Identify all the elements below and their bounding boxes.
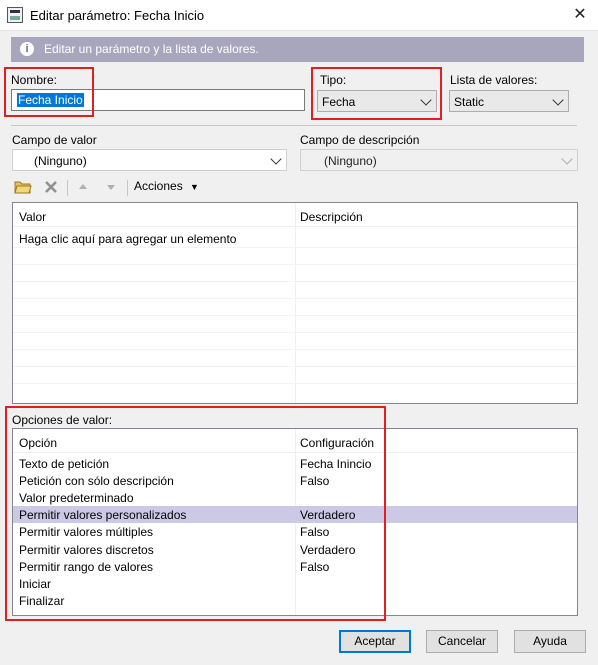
campo-valor-value: (Ninguno) <box>34 154 87 168</box>
campo-valor-label: Campo de valor <box>12 133 97 147</box>
add-item-placeholder-row[interactable]: Haga clic aquí para agregar un elemento <box>19 232 236 246</box>
toolbar-separator <box>67 180 68 196</box>
campo-descripcion-dropdown[interactable]: (Ninguno) <box>300 149 578 171</box>
ayuda-button[interactable]: Ayuda <box>514 630 586 653</box>
lista-valores-dropdown[interactable]: Static <box>449 90 569 112</box>
lista-valores-value: Static <box>454 95 485 109</box>
valor-column-header[interactable]: Valor <box>19 210 46 224</box>
campo-descripcion-label: Campo de descripción <box>300 133 420 147</box>
move-down-icon[interactable] <box>105 181 117 193</box>
close-button[interactable]: ✕ <box>566 3 594 27</box>
chevron-down-icon <box>552 94 564 106</box>
chevron-down-icon <box>561 153 573 165</box>
parameter-dialog-icon <box>7 7 23 23</box>
open-folder-icon[interactable] <box>14 178 32 195</box>
cancelar-button[interactable]: Cancelar <box>426 630 498 653</box>
acciones-menu-button[interactable]: Acciones ▼ <box>134 179 199 193</box>
info-bar: i Editar un parámetro y la lista de valo… <box>11 37 584 62</box>
info-icon: i <box>20 42 34 56</box>
move-up-icon[interactable] <box>77 181 89 193</box>
info-text: Editar un parámetro y la lista de valore… <box>44 42 259 56</box>
window-title: Editar parámetro: Fecha Inicio <box>30 8 205 23</box>
chevron-down-icon <box>270 153 282 165</box>
highlight-opciones <box>5 406 386 621</box>
campo-valor-dropdown[interactable]: (Ninguno) <box>12 149 287 171</box>
toolbar-separator <box>127 180 128 196</box>
dropdown-arrow-icon: ▼ <box>190 182 199 192</box>
separator <box>11 125 577 126</box>
descripcion-column-header[interactable]: Descripción <box>300 210 363 224</box>
delete-icon[interactable] <box>43 179 59 195</box>
acciones-label: Acciones <box>134 179 183 193</box>
aceptar-button[interactable]: Aceptar <box>339 630 411 653</box>
highlight-tipo <box>311 67 442 120</box>
values-grid[interactable]: Valor Descripción Haga clic aquí para ag… <box>12 202 578 404</box>
campo-descripcion-value: (Ninguno) <box>324 154 377 168</box>
title-bar: Editar parámetro: Fecha Inicio ✕ <box>0 0 598 31</box>
lista-valores-label: Lista de valores: <box>450 73 538 87</box>
highlight-nombre <box>4 67 94 117</box>
